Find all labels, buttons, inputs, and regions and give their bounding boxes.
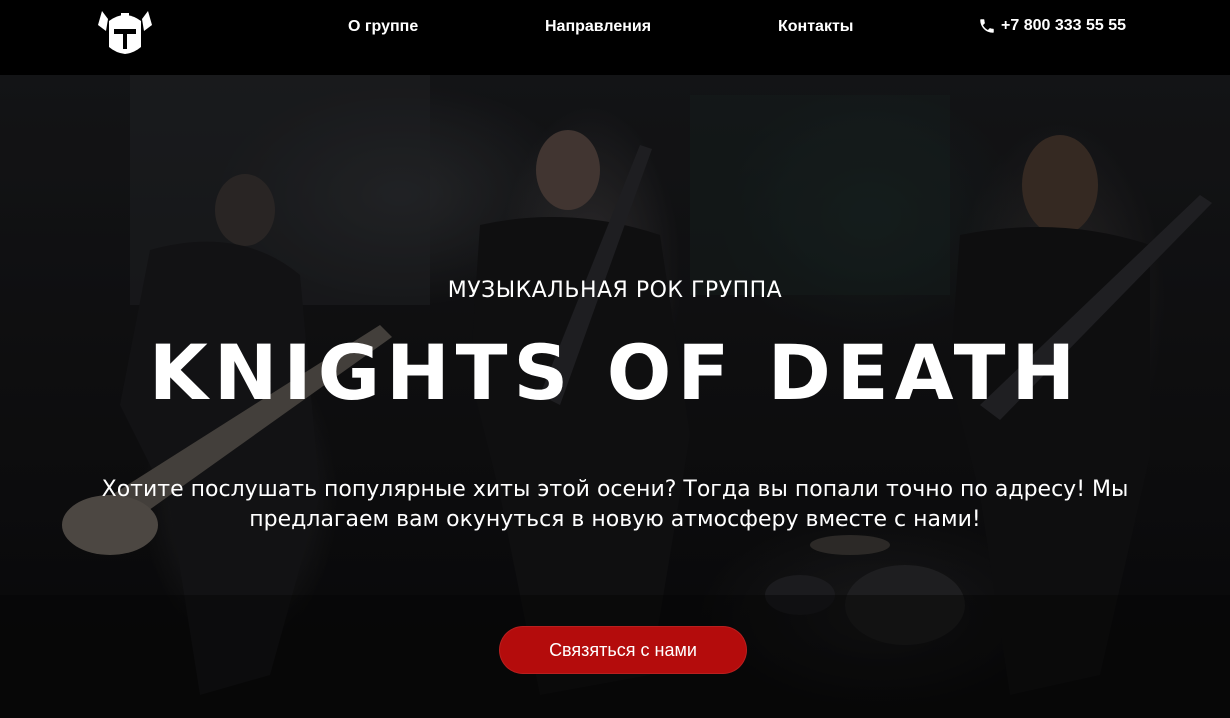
- nav-link-about[interactable]: О группе: [348, 18, 418, 36]
- contact-us-button[interactable]: Связяться с нами: [499, 626, 747, 674]
- phone-link[interactable]: +7 800 333 55 55: [978, 17, 1126, 35]
- phone-icon: [978, 17, 996, 35]
- hero-description: Хотите послушать популярные хиты этой ос…: [101, 477, 1129, 532]
- hero-title: KNIGHTS OF DEATH: [148, 328, 1082, 417]
- hero-section: МУЗЫКАЛЬНАЯ РОК ГРУППА KNIGHTS OF DEATH …: [0, 75, 1230, 718]
- phone-number: +7 800 333 55 55: [1001, 17, 1127, 34]
- nav-link-contacts[interactable]: Контакты: [778, 18, 853, 36]
- knight-helmet-logo[interactable]: [96, 7, 154, 57]
- site-header: О группе Направления Контакты +7 800 333…: [0, 0, 1230, 75]
- nav-link-directions[interactable]: Направления: [545, 18, 651, 36]
- hero-tagline: МУЗЫКАЛЬНАЯ РОК ГРУППА: [447, 278, 783, 303]
